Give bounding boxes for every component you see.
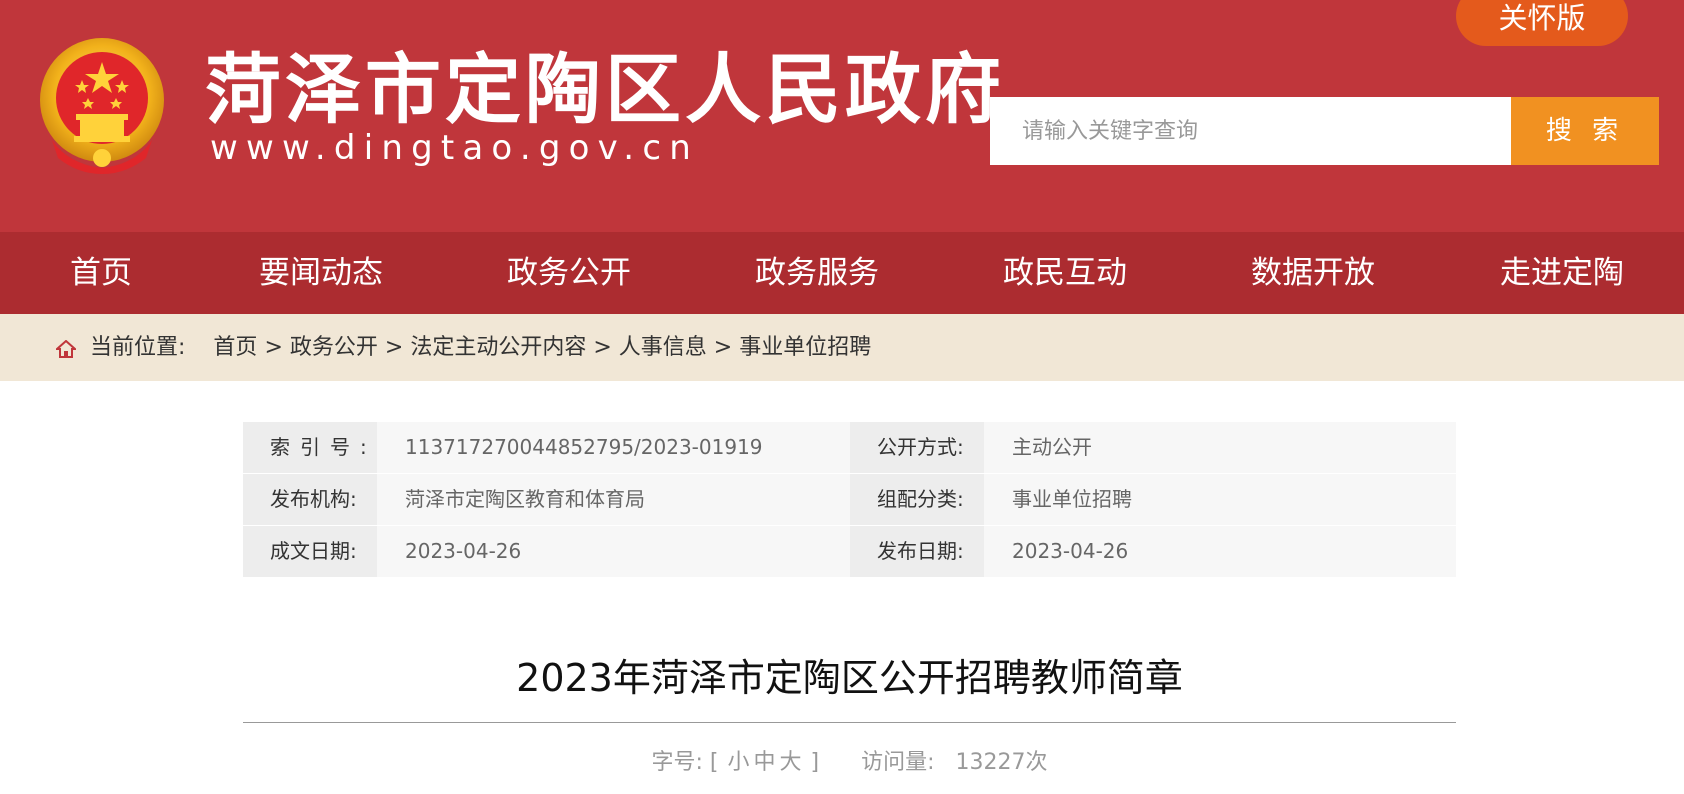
document-meta-table: 索引号: 113717270044852795/2023-01919 公开方式:… [243, 422, 1456, 578]
meta-value-publisher: 菏泽市定陶区教育和体育局 [377, 474, 850, 525]
font-size-label: 字号: [651, 750, 703, 775]
home-icon [56, 340, 76, 358]
breadcrumb: 当前位置: 首页 > 政务公开 > 法定主动公开内容 > 人事信息 > 事业单位… [0, 314, 1684, 381]
meta-label-disclosure-method: 公开方式: [850, 422, 984, 473]
meta-label-category: 组配分类: [850, 474, 984, 525]
nav-item-gov-open[interactable]: 政务公开 [507, 232, 631, 314]
article-title: 2023年菏泽市定陶区公开招聘教师简章 [516, 656, 1183, 700]
breadcrumb-separator: > [384, 335, 404, 360]
breadcrumb-item-statutory-content[interactable]: 法定主动公开内容 [410, 335, 586, 360]
views-count: 13227次 [955, 750, 1048, 775]
meta-row: 成文日期: 2023-04-26 发布日期: 2023-04-26 [243, 526, 1456, 578]
article-meta: 字号: [ 小中大 ] 访问量: 13227次 [243, 746, 1456, 780]
breadcrumb-item-home[interactable]: 首页 [213, 335, 257, 360]
main-nav: 首页 要闻动态 政务公开 政务服务 政民互动 数据开放 走进定陶 [0, 232, 1684, 314]
meta-label-index-number: 索引号: [243, 422, 377, 473]
nav-item-gov-service[interactable]: 政务服务 [755, 232, 879, 314]
breadcrumb-separator: > [593, 335, 612, 360]
meta-label-publisher: 发布机构: [243, 474, 377, 525]
meta-row: 发布机构: 菏泽市定陶区教育和体育局 组配分类: 事业单位招聘 [243, 474, 1456, 526]
views-label: 访问量: [861, 750, 935, 775]
nav-item-interaction[interactable]: 政民互动 [1003, 232, 1127, 314]
search-input[interactable] [990, 97, 1511, 165]
meta-label-publish-date: 发布日期: [850, 526, 984, 577]
breadcrumb-item-institution-recruitment[interactable]: 事业单位招聘 [739, 335, 871, 360]
font-size-small-button[interactable]: 小 [725, 750, 751, 775]
font-size-bracket-close: ] [810, 750, 820, 775]
font-size-bracket-open: [ [709, 750, 719, 775]
site-title: 菏泽市定陶区人民政府 [205, 45, 1005, 134]
meta-label-written-date: 成文日期: [243, 526, 377, 577]
breadcrumb-separator: > [264, 335, 283, 360]
nav-item-home[interactable]: 首页 [70, 232, 132, 314]
site-url: www.dingtao.gov.cn [210, 128, 699, 168]
search-button[interactable]: 搜 索 [1511, 97, 1659, 165]
site-header: 菏泽市定陶区人民政府 www.dingtao.gov.cn 关怀版 搜 索 [0, 0, 1684, 232]
nav-item-open-data[interactable]: 数据开放 [1251, 232, 1375, 314]
national-emblem-icon [40, 38, 164, 174]
meta-value-index-number: 113717270044852795/2023-01919 [377, 422, 850, 473]
font-size-large-button[interactable]: 大 [778, 750, 804, 775]
font-size-medium-button[interactable]: 中 [752, 750, 778, 775]
title-divider [243, 722, 1456, 723]
nav-item-about-dingtao[interactable]: 走进定陶 [1500, 232, 1624, 314]
meta-value-disclosure-method: 主动公开 [984, 422, 1456, 473]
meta-value-category: 事业单位招聘 [984, 474, 1456, 525]
meta-row: 索引号: 113717270044852795/2023-01919 公开方式:… [243, 422, 1456, 474]
breadcrumb-prefix: 当前位置: [90, 335, 186, 360]
breadcrumb-item-gov-open[interactable]: 政务公开 [290, 335, 378, 360]
breadcrumb-separator: > [713, 335, 733, 360]
care-version-button[interactable]: 关怀版 [1456, 0, 1628, 46]
breadcrumb-item-personnel-info[interactable]: 人事信息 [619, 335, 707, 360]
nav-item-news[interactable]: 要闻动态 [259, 232, 383, 314]
meta-value-written-date: 2023-04-26 [377, 526, 850, 577]
meta-value-publish-date: 2023-04-26 [984, 526, 1456, 577]
